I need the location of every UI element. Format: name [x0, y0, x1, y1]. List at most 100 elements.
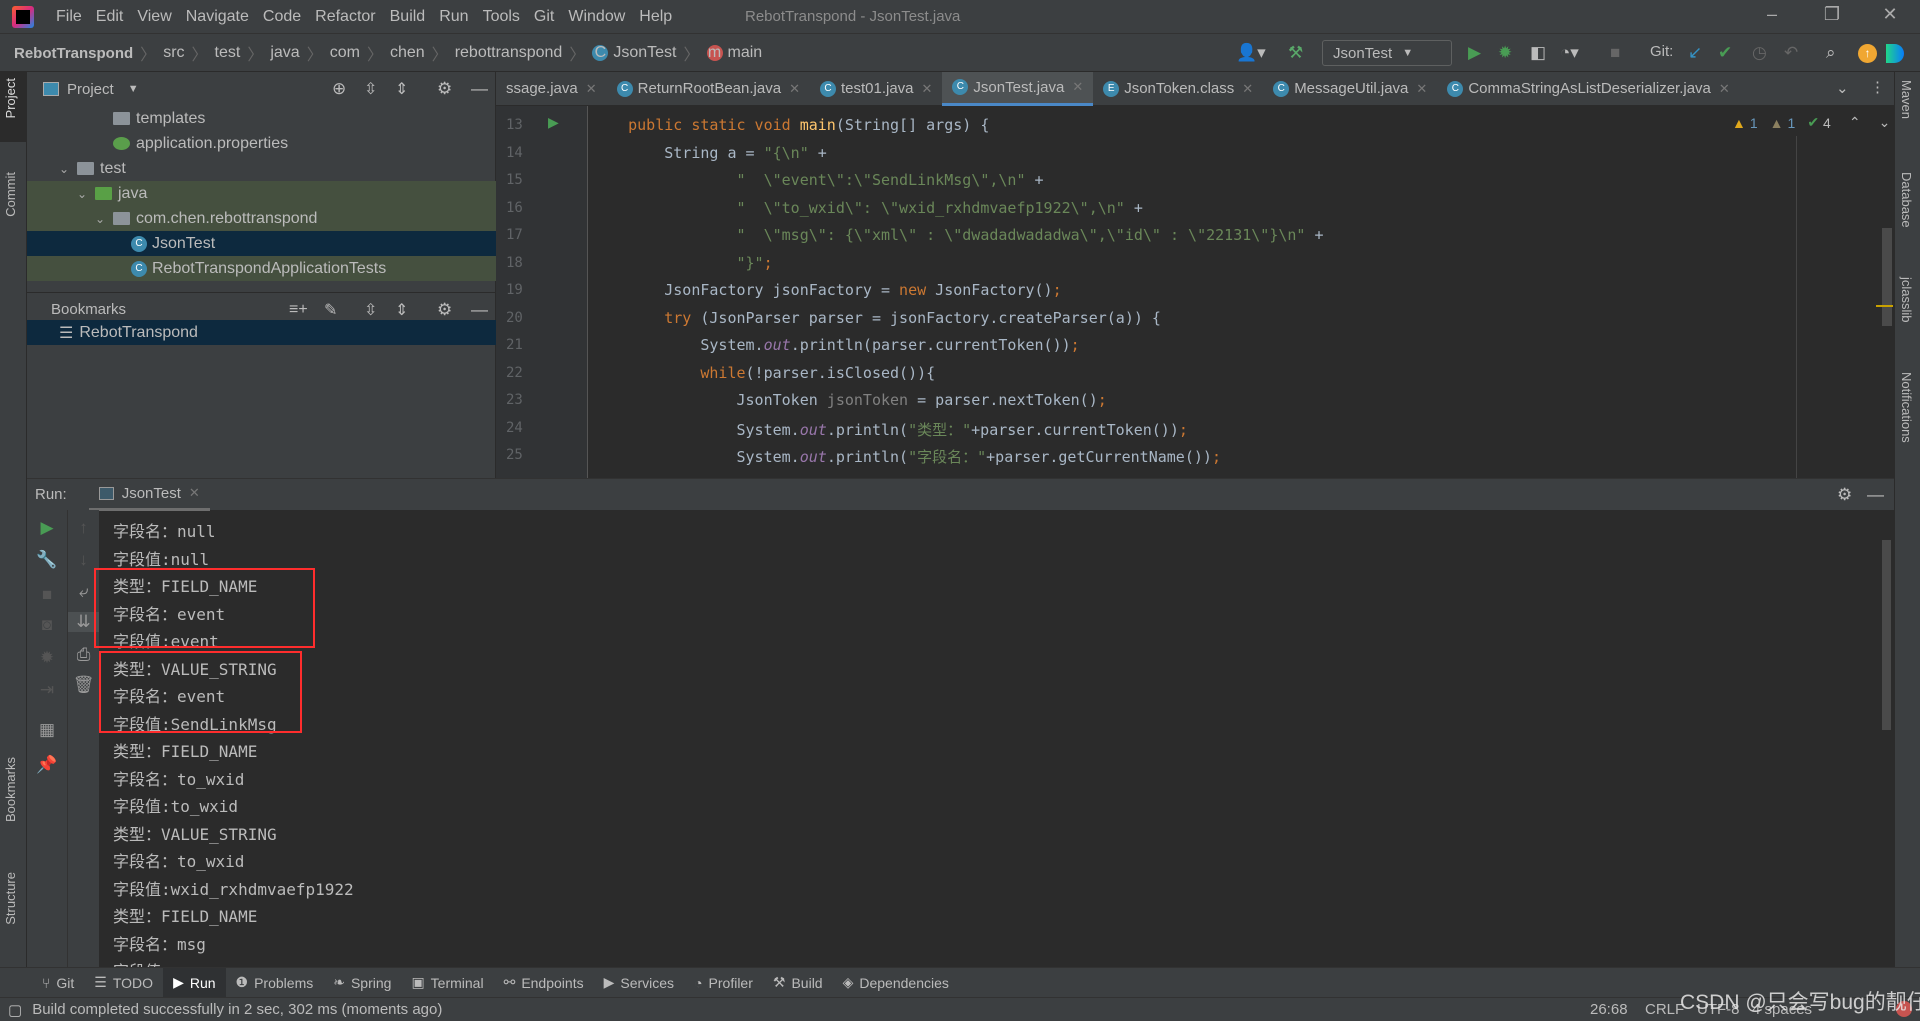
menu-window[interactable]: Window — [568, 8, 625, 26]
tool-window-commit[interactable]: Commit — [3, 172, 18, 217]
debug-icon[interactable]: ✹ — [1498, 43, 1512, 63]
add-bookmark-icon[interactable]: ≡+ — [289, 301, 308, 319]
tab-test01-java[interactable]: Ctest01.java ✕ — [810, 72, 942, 106]
breadcrumb-item[interactable]: chen — [390, 44, 425, 62]
tree-item-folder[interactable]: ⌄ test — [27, 156, 496, 181]
bottom-tab-spring[interactable]: ❧ Spring — [323, 968, 401, 998]
status-icon[interactable]: ▢ — [8, 1001, 22, 1019]
close-tab-icon[interactable]: ✕ — [1242, 81, 1253, 97]
menu-help[interactable]: Help — [639, 8, 672, 26]
caret-position[interactable]: 26:68 — [1590, 1001, 1628, 1018]
layout-icon[interactable]: ▦ — [27, 720, 67, 740]
close-button[interactable]: ✕ — [1870, 4, 1910, 25]
tab-jsontoken-class[interactable]: E JsonToken.class ✕ — [1093, 72, 1263, 106]
tool-window-notifications[interactable]: Notifications — [1899, 372, 1914, 443]
close-tab-icon[interactable]: ✕ — [586, 81, 597, 97]
bottom-tab-todo[interactable]: ☰ TODO — [84, 968, 163, 998]
breadcrumb-item[interactable]: java — [270, 44, 299, 62]
collapse-all-icon[interactable]: ⇕ — [395, 300, 408, 320]
login-icon[interactable]: ⇥ — [27, 680, 67, 700]
close-tab-icon[interactable]: ✕ — [1072, 79, 1083, 95]
close-tab-icon[interactable]: ✕ — [1719, 81, 1730, 97]
rollback-icon[interactable]: ↶ — [1784, 43, 1798, 63]
locate-icon[interactable]: ⊕ — [332, 79, 346, 99]
chevron-down-icon[interactable]: ▼ — [128, 83, 139, 95]
arrow-up-icon[interactable]: ↑ — [68, 518, 99, 538]
hide-icon[interactable]: — — [1867, 485, 1884, 505]
profile-icon[interactable]: ◔▾ — [1560, 43, 1579, 63]
breadcrumb-item[interactable]: test — [215, 44, 241, 62]
breadcrumb-item[interactable]: RebotTranspond — [14, 45, 133, 62]
history-icon[interactable]: ◷ — [1752, 43, 1767, 63]
minimize-button[interactable]: – — [1752, 4, 1792, 25]
tab-ssage-java[interactable]: ssage.java ✕ — [496, 72, 607, 106]
tree-item-folder[interactable]: templates — [27, 106, 496, 131]
tree-item-package[interactable]: ⌄ com.chen.rebottranspond — [27, 206, 496, 231]
bottom-tab-profiler[interactable]: ◔ Profiler — [684, 968, 763, 998]
coverage-icon[interactable]: ◧ — [1530, 43, 1546, 63]
menu-build[interactable]: Build — [390, 8, 426, 26]
run-tab-jsontest[interactable]: JsonTest ✕ — [88, 479, 210, 511]
bottom-tab-services[interactable]: ▶ Services — [594, 968, 684, 998]
inspection-widget[interactable]: ▲ 1 ▲ 1 ✔ 4 ⌃ ⌄ — [1732, 114, 1890, 131]
menu-git[interactable]: Git — [534, 8, 554, 26]
tree-item-class[interactable]: C RebotTranspondApplicationTests — [27, 256, 496, 281]
tool-window-project[interactable]: Project — [3, 78, 18, 118]
bottom-tab-run[interactable]: ▶ Run — [163, 967, 226, 998]
rerun-icon[interactable]: ▶ — [27, 518, 67, 538]
tree-item-class[interactable]: C JsonTest — [27, 231, 496, 256]
run-icon[interactable]: ▶ — [1468, 43, 1481, 63]
project-title[interactable]: Project — [67, 81, 114, 98]
user-icon[interactable]: 👤▾ — [1236, 43, 1266, 63]
run-gutter-icon[interactable]: ▶ — [548, 114, 559, 131]
tab-messageutil-java[interactable]: C MessageUtil.java ✕ — [1263, 72, 1437, 106]
bottom-tab-terminal[interactable]: ▣ Terminal — [401, 968, 493, 998]
stop-icon[interactable]: ■ — [27, 585, 67, 605]
tool-window-bookmarks[interactable]: Bookmarks — [3, 757, 18, 822]
tab-jsontest-java[interactable]: C JsonTest.java ✕ — [942, 71, 1094, 106]
expand-all-icon[interactable]: ⇳ — [364, 79, 377, 99]
search-icon[interactable]: ⌕ — [1826, 43, 1836, 63]
tool-window-database[interactable]: Database — [1899, 172, 1914, 228]
chevron-down-icon[interactable]: ⌄ — [1836, 79, 1849, 97]
tree-item-props[interactable]: application.properties — [27, 131, 496, 156]
next-highlight-icon[interactable]: ⌄ — [1879, 114, 1891, 131]
tab-commastringaslistdeserializer-java[interactable]: C CommaStringAsListDeserializer.java ✕ — [1437, 72, 1740, 106]
bottom-tab-build[interactable]: ⚒ Build — [763, 968, 833, 998]
git-update-icon[interactable]: ↙ — [1688, 43, 1702, 63]
trash-icon[interactable]: 🗑 — [68, 675, 99, 695]
menu-view[interactable]: View — [137, 8, 171, 26]
previous-highlight-icon[interactable]: ⌃ — [1849, 114, 1861, 131]
menu-run[interactable]: Run — [439, 8, 468, 26]
menu-refactor[interactable]: Refactor — [315, 8, 375, 26]
tab-returnrootbean-java[interactable]: C ReturnRootBean.java ✕ — [607, 72, 810, 106]
arrow-down-icon[interactable]: ↓ — [68, 550, 99, 570]
line-separator[interactable]: CRLF — [1645, 1001, 1684, 1018]
debug-icon[interactable]: ✹ — [27, 648, 67, 668]
editor-scrollbar[interactable] — [1882, 228, 1892, 326]
breadcrumb-item[interactable]: rebottranspond — [455, 44, 563, 62]
bottom-tab-git[interactable]: ⑂ Git — [32, 968, 84, 998]
breadcrumb-item[interactable]: main — [728, 44, 763, 62]
collapse-all-icon[interactable]: ⇕ — [395, 79, 408, 99]
gear-icon[interactable]: ⚙ — [437, 300, 452, 320]
close-tab-icon[interactable]: ✕ — [922, 81, 933, 97]
console-scrollbar[interactable] — [1882, 540, 1891, 730]
bottom-tab-problems[interactable]: ❶ Problems — [226, 968, 324, 998]
update-icon[interactable]: ↑ — [1858, 44, 1877, 63]
build-hammer-icon[interactable]: ⚒ — [1288, 43, 1303, 63]
code-editor[interactable]: 13 14 15 16 17 18 19 20 21 22 23 24 25 ▶ public stat… — [496, 106, 1894, 478]
close-tab-icon[interactable]: ✕ — [189, 485, 200, 501]
breadcrumb-item[interactable]: src — [163, 44, 184, 62]
stop-icon[interactable]: ■ — [1610, 43, 1620, 63]
gear-icon[interactable]: ⚙ — [437, 79, 452, 99]
menu-code[interactable]: Code — [263, 8, 301, 26]
close-tab-icon[interactable]: ✕ — [789, 81, 800, 97]
tool-window-maven[interactable]: Maven — [1899, 80, 1914, 119]
tool-window-jclasslib[interactable]: jclasslib — [1899, 277, 1914, 323]
breadcrumb-item[interactable]: com — [330, 44, 360, 62]
bookmark-item[interactable]: ☰ RebotTranspond — [27, 320, 496, 345]
menu-navigate[interactable]: Navigate — [186, 8, 249, 26]
bottom-tab-dependencies[interactable]: ◈ Dependencies — [833, 968, 959, 998]
close-tab-icon[interactable]: ✕ — [1416, 81, 1427, 97]
